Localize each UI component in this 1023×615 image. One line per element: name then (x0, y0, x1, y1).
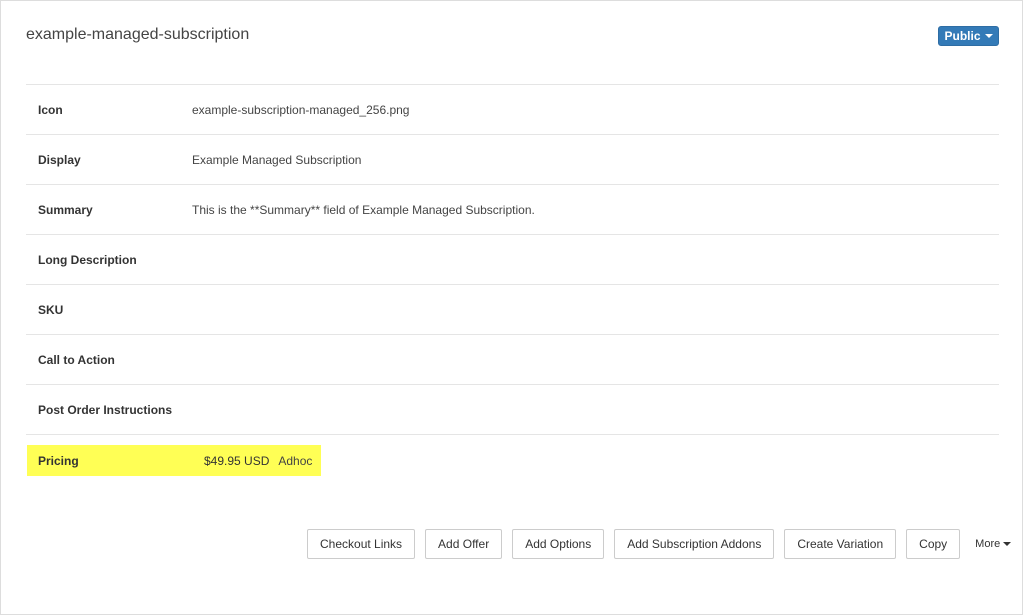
product-title: example-managed-subscription (26, 26, 250, 43)
property-row-sku: SKU (26, 284, 999, 334)
pricing-type: Adhoc (278, 453, 313, 468)
property-label: Summary (38, 202, 93, 217)
property-label: Call to Action (38, 352, 115, 367)
property-label: Display (38, 152, 81, 167)
property-row-summary: Summary This is the **Summary** field of… (26, 184, 999, 234)
property-value: example-subscription-managed_256.png (192, 102, 410, 117)
create-variation-button[interactable]: Create Variation (784, 529, 897, 559)
caret-down-icon (984, 34, 993, 38)
caret-down-icon (1003, 542, 1012, 546)
visibility-label: Public (944, 29, 981, 43)
pricing-amount: $49.95 USD (204, 453, 270, 468)
property-label: SKU (38, 302, 64, 317)
property-value: This is the **Summary** field of Example… (192, 202, 535, 217)
property-row-divider (26, 434, 999, 435)
product-panel: example-managed-subscription Public Icon… (0, 0, 1023, 615)
copy-button[interactable]: Copy (906, 529, 961, 559)
pricing-label: Pricing (38, 453, 79, 468)
action-bar: Checkout Links Add Offer Add Options Add… (307, 529, 1012, 559)
property-label: Icon (38, 102, 63, 117)
add-offer-button[interactable]: Add Offer (425, 529, 503, 559)
property-row-post-order-instructions: Post Order Instructions (26, 384, 999, 434)
visibility-dropdown-button[interactable]: Public (938, 26, 999, 46)
property-row-call-to-action: Call to Action (26, 334, 999, 384)
add-subscription-addons-button[interactable]: Add Subscription Addons (614, 529, 775, 559)
more-menu-button[interactable]: More (975, 538, 1012, 550)
property-row-pricing: Pricing $49.95 USD Adhoc (26, 445, 312, 476)
property-row-long-description: Long Description (26, 234, 999, 284)
property-row-icon: Icon example-subscription-managed_256.pn… (26, 84, 999, 134)
properties-table: Icon example-subscription-managed_256.pn… (26, 84, 999, 435)
property-label: Long Description (38, 252, 137, 267)
more-label: More (975, 538, 1001, 550)
add-options-button[interactable]: Add Options (512, 529, 605, 559)
property-value: Example Managed Subscription (192, 152, 362, 167)
property-row-display: Display Example Managed Subscription (26, 134, 999, 184)
property-label: Post Order Instructions (38, 402, 173, 417)
checkout-links-button[interactable]: Checkout Links (307, 529, 416, 559)
